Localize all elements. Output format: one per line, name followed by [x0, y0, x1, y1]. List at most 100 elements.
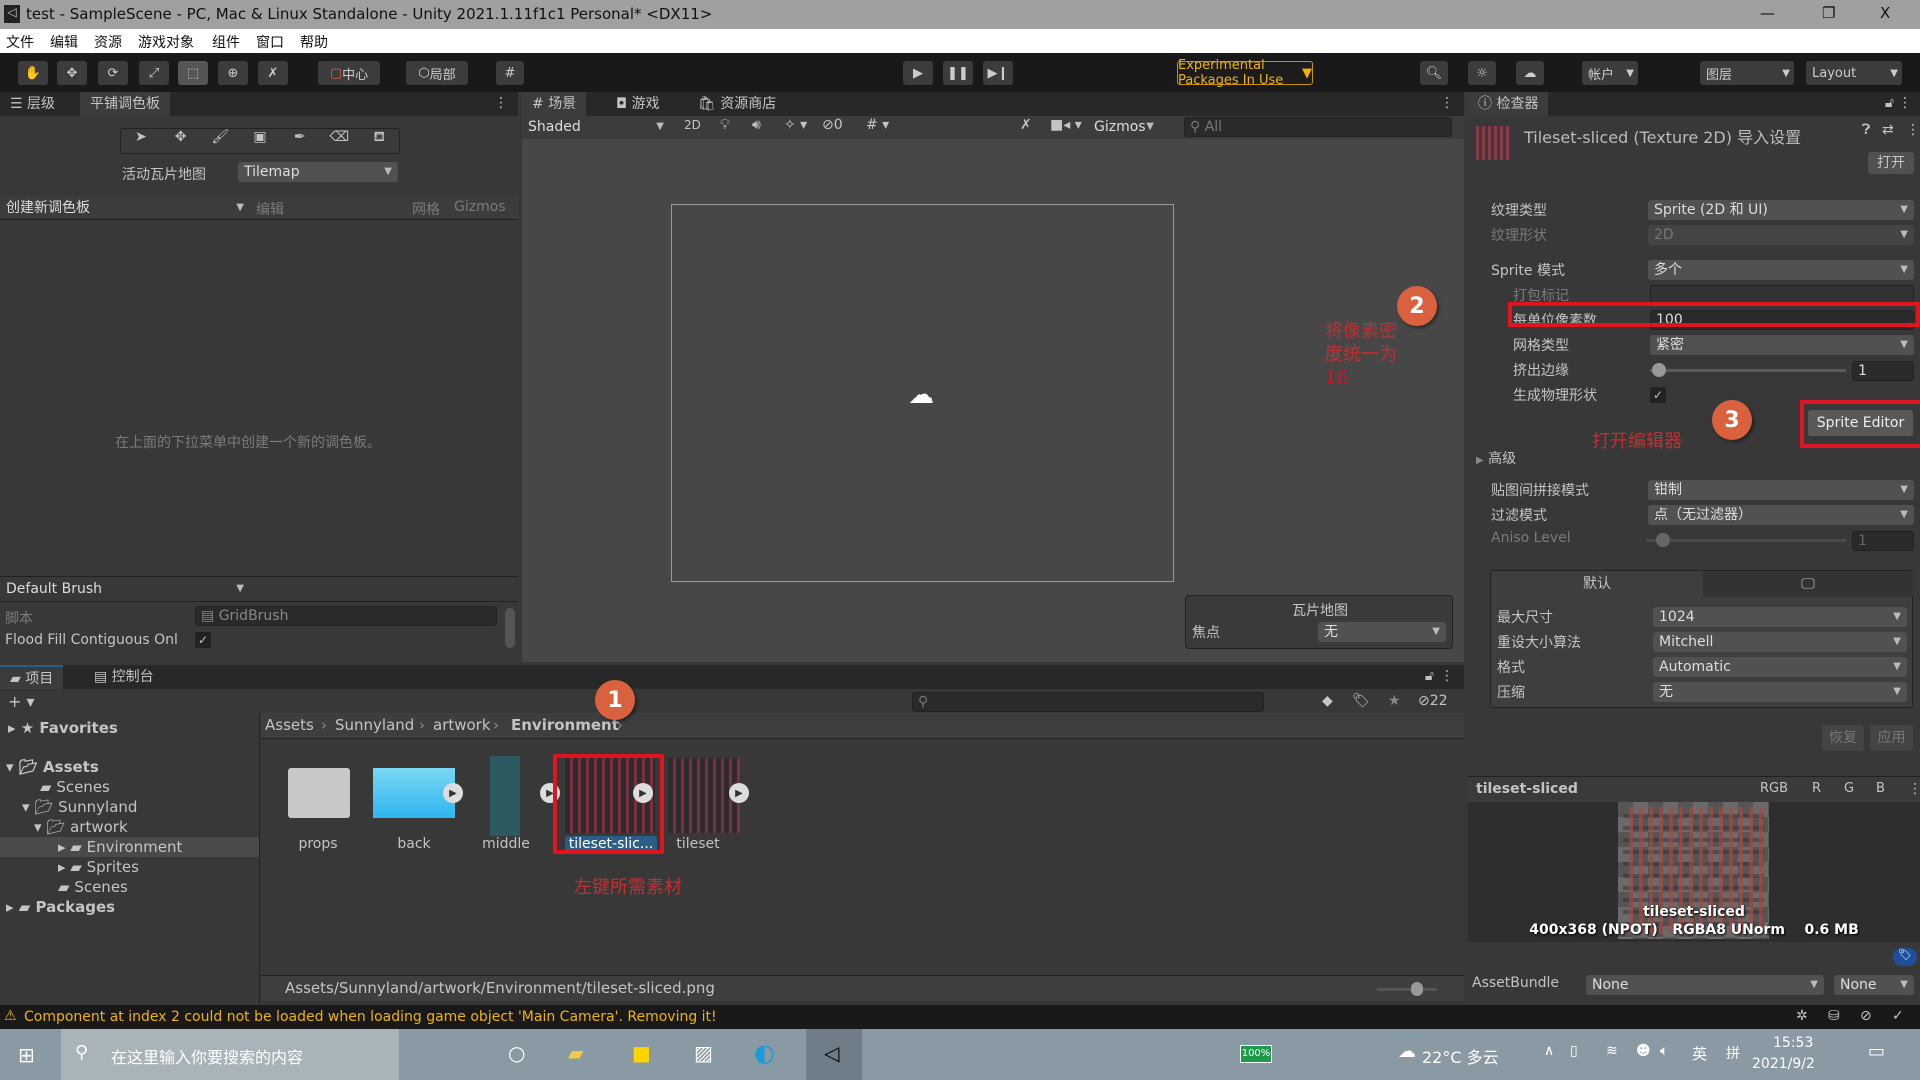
- grid-toggle[interactable]: 网格: [412, 199, 440, 219]
- icon-size-slider-track[interactable]: [1377, 988, 1437, 991]
- advanced-foldout[interactable]: ▶ 高级: [1476, 448, 1516, 468]
- scale-tool-icon[interactable]: ⤢: [139, 61, 169, 85]
- play-button[interactable]: ▶: [903, 61, 933, 85]
- more-menu-icon[interactable]: ⋮: [1440, 95, 1454, 111]
- aniso-input[interactable]: 1: [1852, 531, 1914, 551]
- tree-assets[interactable]: ▾ 📂︎ Assets: [6, 758, 99, 776]
- taskbar-search[interactable]: ⚲ 在这里输入你要搜索的内容: [61, 1029, 399, 1080]
- brush-dropdown[interactable]: Default Brush: [0, 579, 250, 599]
- paint-brush-icon[interactable]: 🖌︎: [200, 129, 240, 153]
- folder-icon[interactable]: [288, 768, 350, 818]
- fill-bucket-icon[interactable]: ⛾: [359, 129, 399, 153]
- assetbundle-dropdown[interactable]: None: [1586, 975, 1824, 995]
- layers-dropdown[interactable]: 图层 ▼: [1700, 61, 1794, 85]
- more-menu-icon[interactable]: ⋮: [1440, 668, 1454, 684]
- compression-dropdown[interactable]: 无: [1653, 682, 1907, 702]
- aniso-slider-track[interactable]: [1646, 539, 1846, 542]
- account-dropdown[interactable]: 帐户 ▼: [1582, 61, 1638, 85]
- flood-fill-checkbox[interactable]: ✓: [195, 632, 211, 648]
- lighting-icon[interactable]: 💡︎: [720, 117, 730, 133]
- ime-mode-icon[interactable]: 拼: [1726, 1043, 1740, 1063]
- ime-indicator[interactable]: 英: [1692, 1043, 1707, 1064]
- camera-gizmo-icon[interactable]: ☁: [908, 380, 934, 410]
- notifications-icon[interactable]: ▭: [1868, 1041, 1885, 1062]
- middle-thumbnail[interactable]: [490, 756, 520, 836]
- tree-sprites[interactable]: ▸ ▰ Sprites: [58, 858, 139, 876]
- filter-mode-dropdown[interactable]: 点（无过滤器）: [1648, 505, 1914, 525]
- unity-taskbar-button[interactable]: ◁: [806, 1029, 862, 1080]
- search-icon[interactable]: 🔍︎: [1420, 61, 1448, 85]
- tab-standalone-platform[interactable]: 🖵: [1703, 571, 1913, 597]
- tree-favorites[interactable]: ▸ ★ Favorites: [8, 719, 118, 737]
- collab-icon[interactable]: ☼: [1468, 61, 1496, 85]
- lock-icon[interactable]: 🔓︎: [1425, 668, 1434, 684]
- progress-icon[interactable]: ✓: [1892, 1008, 1904, 1024]
- aniso-slider-thumb[interactable]: [1656, 533, 1670, 547]
- wrap-mode-dropdown[interactable]: 钳制: [1648, 480, 1914, 500]
- more-menu-icon[interactable]: ⋮: [494, 95, 508, 111]
- cloud-icon[interactable]: ☁: [1516, 61, 1544, 85]
- debug-icon[interactable]: ✲: [1796, 1008, 1808, 1024]
- cortana-icon[interactable]: ○: [508, 1041, 525, 1065]
- experimental-packages-dropdown[interactable]: Experimental Packages In Use ▼: [1177, 58, 1313, 88]
- wifi-icon[interactable]: ≋: [1606, 1043, 1618, 1059]
- edge-icon[interactable]: ◐: [754, 1039, 775, 1067]
- tab-console[interactable]: ▤ 控制台: [84, 665, 164, 689]
- create-palette-dropdown[interactable]: 创建新调色板: [0, 198, 250, 218]
- camera-icon[interactable]: ■◂ ▾: [1050, 117, 1082, 133]
- transform-tool-icon[interactable]: ⊕: [218, 61, 248, 85]
- extrude-slider-track[interactable]: [1650, 369, 1846, 372]
- breadcrumb-sunnyland[interactable]: Sunnyland: [335, 716, 414, 734]
- tab-default-platform[interactable]: 默认: [1491, 571, 1703, 597]
- generate-physics-checkbox[interactable]: ✓: [1650, 387, 1666, 403]
- shading-dropdown[interactable]: Shaded: [522, 117, 670, 137]
- pivot-button[interactable]: ▢ 中心: [318, 61, 380, 85]
- item-back[interactable]: back: [369, 836, 459, 852]
- tray-chevron-icon[interactable]: ∧: [1544, 1043, 1554, 1059]
- effects-icon[interactable]: ✧ ▾: [784, 117, 807, 133]
- lock-icon[interactable]: 🔓︎: [1885, 95, 1894, 111]
- tree-scenes[interactable]: ▰ Scenes: [40, 778, 110, 796]
- rotate-tool-icon[interactable]: ⟳: [98, 61, 128, 85]
- tree-sunnyland[interactable]: ▾ 📂︎ Sunnyland: [22, 798, 137, 816]
- clock-time[interactable]: 15:53: [1773, 1035, 1813, 1051]
- sticky-notes-icon[interactable]: ■: [632, 1041, 651, 1065]
- restore-button[interactable]: ❐: [1822, 4, 1835, 22]
- gizmos-toggle[interactable]: Gizmos: [454, 199, 506, 215]
- tools-icon[interactable]: ✗: [1020, 117, 1032, 133]
- tab-game[interactable]: ◘ 游戏: [606, 92, 670, 116]
- tree-packages[interactable]: ▸ ▰ Packages: [6, 898, 115, 916]
- menu-edit[interactable]: 编辑: [50, 32, 78, 52]
- breadcrumb-artwork[interactable]: artwork: [433, 716, 491, 734]
- custom-tool-icon[interactable]: ✗: [258, 61, 288, 85]
- more-menu-icon[interactable]: ⋮: [1908, 781, 1920, 797]
- mesh-type-dropdown[interactable]: 紧密: [1650, 335, 1914, 355]
- expand-sprite-icon[interactable]: ▶: [443, 783, 463, 803]
- move-tool-icon[interactable]: ✥: [161, 129, 201, 153]
- clock-date[interactable]: 2021/9/2: [1752, 1056, 1815, 1072]
- cache-icon[interactable]: ⛁: [1828, 1008, 1840, 1024]
- label-tag-icon[interactable]: 🏷︎: [1893, 948, 1917, 966]
- focus-dropdown[interactable]: 无: [1318, 622, 1446, 642]
- active-tilemap-dropdown[interactable]: Tilemap: [238, 162, 398, 182]
- volume-icon[interactable]: 🔈︎: [1660, 1043, 1668, 1059]
- qq-icon[interactable]: ☻: [1636, 1043, 1651, 1059]
- channel-rgb[interactable]: RGB: [1760, 781, 1788, 796]
- pause-button[interactable]: ❚❚: [943, 61, 973, 85]
- breadcrumb-environment[interactable]: Environment: [511, 716, 619, 734]
- script-field[interactable]: ▤ GridBrush: [195, 606, 497, 626]
- menu-assets[interactable]: 资源: [94, 32, 122, 52]
- menu-file[interactable]: 文件: [6, 32, 34, 52]
- box-fill-icon[interactable]: ▣: [240, 129, 280, 153]
- grid-icon[interactable]: # ▾: [866, 117, 889, 133]
- create-button[interactable]: + ▾: [8, 692, 35, 711]
- minimize-button[interactable]: —: [1760, 4, 1775, 22]
- filter-type-icon[interactable]: ◆: [1322, 693, 1333, 709]
- picker-icon[interactable]: ✒: [280, 129, 320, 153]
- max-size-dropdown[interactable]: 1024: [1653, 607, 1907, 627]
- scene-search-input[interactable]: ⚲ All: [1184, 117, 1452, 137]
- windows-start-icon[interactable]: ⊞: [18, 1043, 35, 1067]
- filter-label-icon[interactable]: 🏷︎: [1352, 693, 1370, 709]
- space-button[interactable]: ⬡ 局部: [406, 61, 468, 85]
- tree-environment[interactable]: ▸ ▰ Environment: [58, 838, 182, 856]
